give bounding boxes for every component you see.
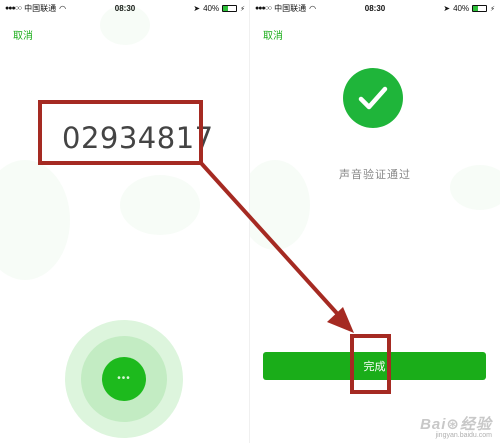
left-phone-screen: ●●●○○ 中国联通 ◠ 08:30 ➤ 40% ⚡ 取消 02934817 •… <box>0 0 250 443</box>
battery-percent: 40% <box>453 4 470 13</box>
done-button[interactable]: 完成 <box>263 352 486 380</box>
battery-icon <box>222 5 238 12</box>
status-right: ➤ 40% ⚡ <box>443 4 495 13</box>
verification-code: 02934817 <box>62 121 214 155</box>
baidu-watermark: Bai⊛经验 jingyan.baidu.com <box>420 413 492 439</box>
right-phone-screen: ●●●○○ 中国联通 ◠ 08:30 ➤ 40% ⚡ 取消 声音验证通过 完成 <box>250 0 500 443</box>
mic-outer-ring: ••• <box>65 320 183 438</box>
status-bar: ●●●○○ 中国联通 ◠ 08:30 ➤ 40% ⚡ <box>250 0 500 17</box>
background-blur <box>100 5 150 45</box>
wifi-icon: ◠ <box>309 4 317 13</box>
cancel-button[interactable]: 取消 <box>263 27 283 42</box>
charging-icon: ⚡ <box>240 5 245 13</box>
battery-level <box>223 6 229 11</box>
status-right: ➤ 40% ⚡ <box>193 4 245 13</box>
background-blur <box>120 175 200 235</box>
wifi-icon: ◠ <box>59 4 67 13</box>
battery-icon <box>472 5 488 12</box>
checkmark-icon <box>358 86 388 110</box>
status-left: ●●●○○ 中国联通 ◠ <box>5 3 66 14</box>
cancel-button[interactable]: 取消 <box>13 27 33 42</box>
carrier-name: 中国联通 <box>274 4 307 13</box>
verification-passed-text: 声音验证通过 <box>339 169 411 181</box>
location-arrow-icon: ➤ <box>443 4 451 13</box>
location-arrow-icon: ➤ <box>193 4 201 13</box>
signal-strength-icon: ●●●○○ <box>255 5 272 12</box>
done-button-label: 完成 <box>363 361 386 373</box>
signal-strength-icon: ●●●○○ <box>5 5 22 12</box>
carrier-name: 中国联通 <box>24 4 57 13</box>
success-circle <box>343 68 403 128</box>
charging-icon: ⚡ <box>490 5 495 13</box>
status-left: ●●●○○ 中国联通 ◠ <box>255 3 316 14</box>
microphone-button-icon[interactable]: ••• <box>102 357 146 401</box>
mic-dots: ••• <box>117 373 131 384</box>
battery-percent: 40% <box>203 4 220 13</box>
mic-middle-ring: ••• <box>81 336 167 422</box>
battery-level <box>473 6 479 11</box>
watermark-logo: Bai⊛经验 <box>420 416 492 433</box>
background-blur <box>0 160 70 280</box>
